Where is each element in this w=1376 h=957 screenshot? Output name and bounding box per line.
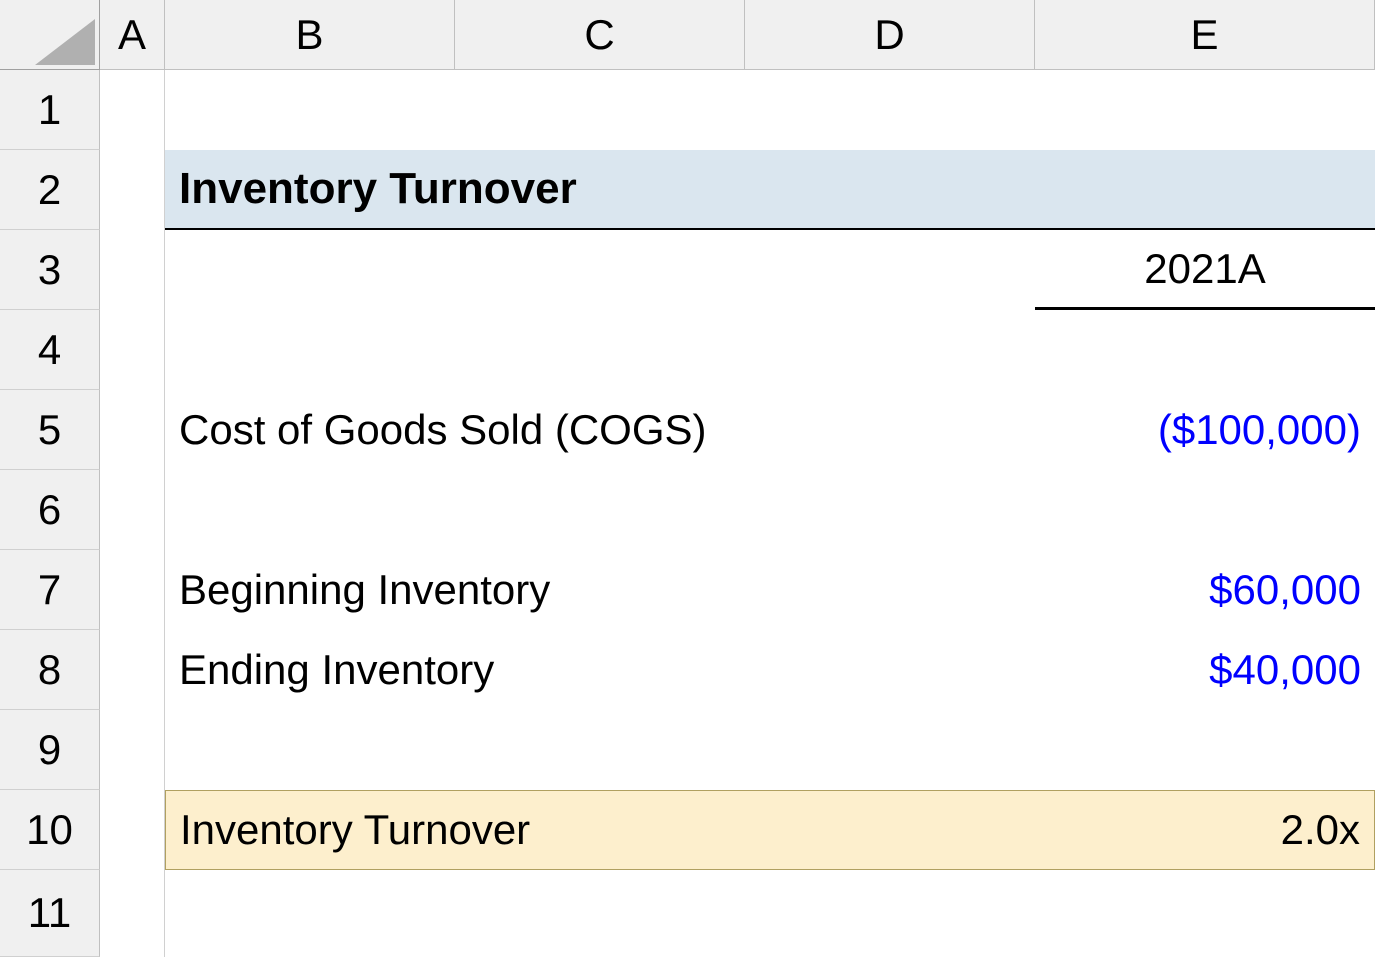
cogs-value-cell[interactable]: ($100,000) [1035,390,1375,470]
cell-D9[interactable] [745,710,1035,790]
turnover-label-cell[interactable]: Inventory Turnover [165,790,455,870]
cell-A4[interactable] [100,310,165,390]
cell-E9[interactable] [1035,710,1375,790]
col-header-E[interactable]: E [1035,0,1375,70]
row-header-6[interactable]: 6 [0,470,100,550]
cell-B1[interactable] [165,70,455,150]
beg-inv-label-cell[interactable]: Beginning Inventory [165,550,455,630]
cell-D1[interactable] [745,70,1035,150]
cogs-label-cell[interactable]: Cost of Goods Sold (COGS) [165,390,455,470]
col-header-D[interactable]: D [745,0,1035,70]
beg-inv-label: Beginning Inventory [179,566,550,614]
cell-D2[interactable] [745,150,1035,230]
cell-A2[interactable] [100,150,165,230]
cell-E11[interactable] [1035,870,1375,957]
row-header-1[interactable]: 1 [0,70,100,150]
cell-A5[interactable] [100,390,165,470]
cell-D6[interactable] [745,470,1035,550]
cell-A1[interactable] [100,70,165,150]
cell-D4[interactable] [745,310,1035,390]
cell-B11[interactable] [165,870,455,957]
beg-inv-value-cell[interactable]: $60,000 [1035,550,1375,630]
cell-D8[interactable] [745,630,1035,710]
cell-A9[interactable] [100,710,165,790]
select-all-corner[interactable] [0,0,100,70]
cogs-label: Cost of Goods Sold (COGS) [179,406,707,454]
period-text: 2021A [1144,245,1265,293]
turnover-label: Inventory Turnover [180,806,530,854]
col-header-C[interactable]: C [455,0,745,70]
row-header-2[interactable]: 2 [0,150,100,230]
cell-A3[interactable] [100,230,165,310]
title-text: Inventory Turnover [179,164,577,214]
cell-A7[interactable] [100,550,165,630]
cell-D11[interactable] [745,870,1035,957]
cell-E2[interactable] [1035,150,1375,230]
title-cell[interactable]: Inventory Turnover [165,150,455,230]
cell-A6[interactable] [100,470,165,550]
row-header-11[interactable]: 11 [0,870,100,957]
cell-A10[interactable] [100,790,165,870]
cell-A11[interactable] [100,870,165,957]
end-inv-value-cell[interactable]: $40,000 [1035,630,1375,710]
cell-E4[interactable] [1035,310,1375,390]
cell-B9[interactable] [165,710,455,790]
cell-B3[interactable] [165,230,455,310]
end-inv-label: Ending Inventory [179,646,494,694]
cell-C11[interactable] [455,870,745,957]
col-header-A[interactable]: A [100,0,165,70]
period-header[interactable]: 2021A [1035,230,1375,310]
cell-C9[interactable] [455,710,745,790]
row-header-3[interactable]: 3 [0,230,100,310]
cell-B6[interactable] [165,470,455,550]
cell-B4[interactable] [165,310,455,390]
cell-E1[interactable] [1035,70,1375,150]
row-header-5[interactable]: 5 [0,390,100,470]
cell-D7[interactable] [745,550,1035,630]
cogs-value: ($100,000) [1158,406,1361,454]
row-header-7[interactable]: 7 [0,550,100,630]
row-header-9[interactable]: 9 [0,710,100,790]
row-header-10[interactable]: 10 [0,790,100,870]
cell-D3[interactable] [745,230,1035,310]
spreadsheet-grid: A B C D E 1 2 Inventory Turnover 3 2021A… [0,0,1376,957]
cell-E6[interactable] [1035,470,1375,550]
end-inv-value: $40,000 [1209,646,1361,694]
cell-C3[interactable] [455,230,745,310]
cell-D10[interactable] [745,790,1035,870]
row-header-8[interactable]: 8 [0,630,100,710]
cell-D5[interactable] [745,390,1035,470]
cell-A8[interactable] [100,630,165,710]
cell-C1[interactable] [455,70,745,150]
cell-C8[interactable] [455,630,745,710]
cell-C4[interactable] [455,310,745,390]
beg-inv-value: $60,000 [1209,566,1361,614]
row-header-4[interactable]: 4 [0,310,100,390]
col-header-B[interactable]: B [165,0,455,70]
turnover-value: 2.0x [1281,806,1360,854]
cell-C6[interactable] [455,470,745,550]
turnover-value-cell[interactable]: 2.0x [1035,790,1375,870]
end-inv-label-cell[interactable]: Ending Inventory [165,630,455,710]
